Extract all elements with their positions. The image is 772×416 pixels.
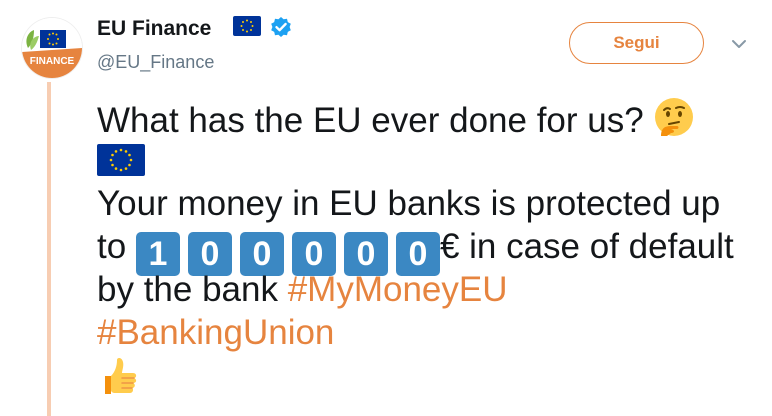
tweet-text: What has the EU ever done for us? Your m… <box>97 96 757 397</box>
tweet-line-4-suffix: € in case of default <box>439 227 734 266</box>
chevron-down-icon[interactable] <box>731 38 747 50</box>
tweet-question: What has the EU ever done for us? <box>97 101 644 140</box>
avatar[interactable]: FINANCE <box>22 18 82 78</box>
user-handle[interactable]: @EU_Finance <box>97 51 214 73</box>
verified-badge-icon <box>271 17 291 37</box>
thumbs-up-emoji <box>105 357 137 394</box>
avatar-label: FINANCE <box>30 56 75 67</box>
tweet-card: FINANCE EU Finance @EU_Finance Segui Wha… <box>0 0 772 416</box>
eu-flag-icon <box>233 16 261 36</box>
tweet-line-1: What has the EU ever done for us? <box>97 96 757 140</box>
display-name[interactable]: EU Finance <box>97 16 211 42</box>
thread-line <box>47 82 51 416</box>
follow-button[interactable]: Segui <box>569 22 704 64</box>
tweet-line-4: to 1 0 0 0 0 0 € in case of default <box>97 225 757 276</box>
tweet-line-5-prefix: by the bank <box>97 270 278 309</box>
tweet-line-3: Your money in EU banks is protected up <box>97 184 721 223</box>
tweet-line-2 <box>97 139 757 182</box>
tweet-line-5: by the bank #MyMoneyEU <box>97 268 757 311</box>
tweet-line-4-prefix: to <box>97 227 127 266</box>
hashtag-bankingunion[interactable]: #BankingUnion <box>97 313 334 352</box>
thinking-face-emoji <box>655 98 694 136</box>
eu-flag-emoji <box>97 144 145 176</box>
hashtag-mymoneyeu[interactable]: #MyMoneyEU <box>288 270 508 309</box>
tweet-line-7 <box>97 354 757 397</box>
tweet-line-6: #BankingUnion <box>97 311 757 354</box>
